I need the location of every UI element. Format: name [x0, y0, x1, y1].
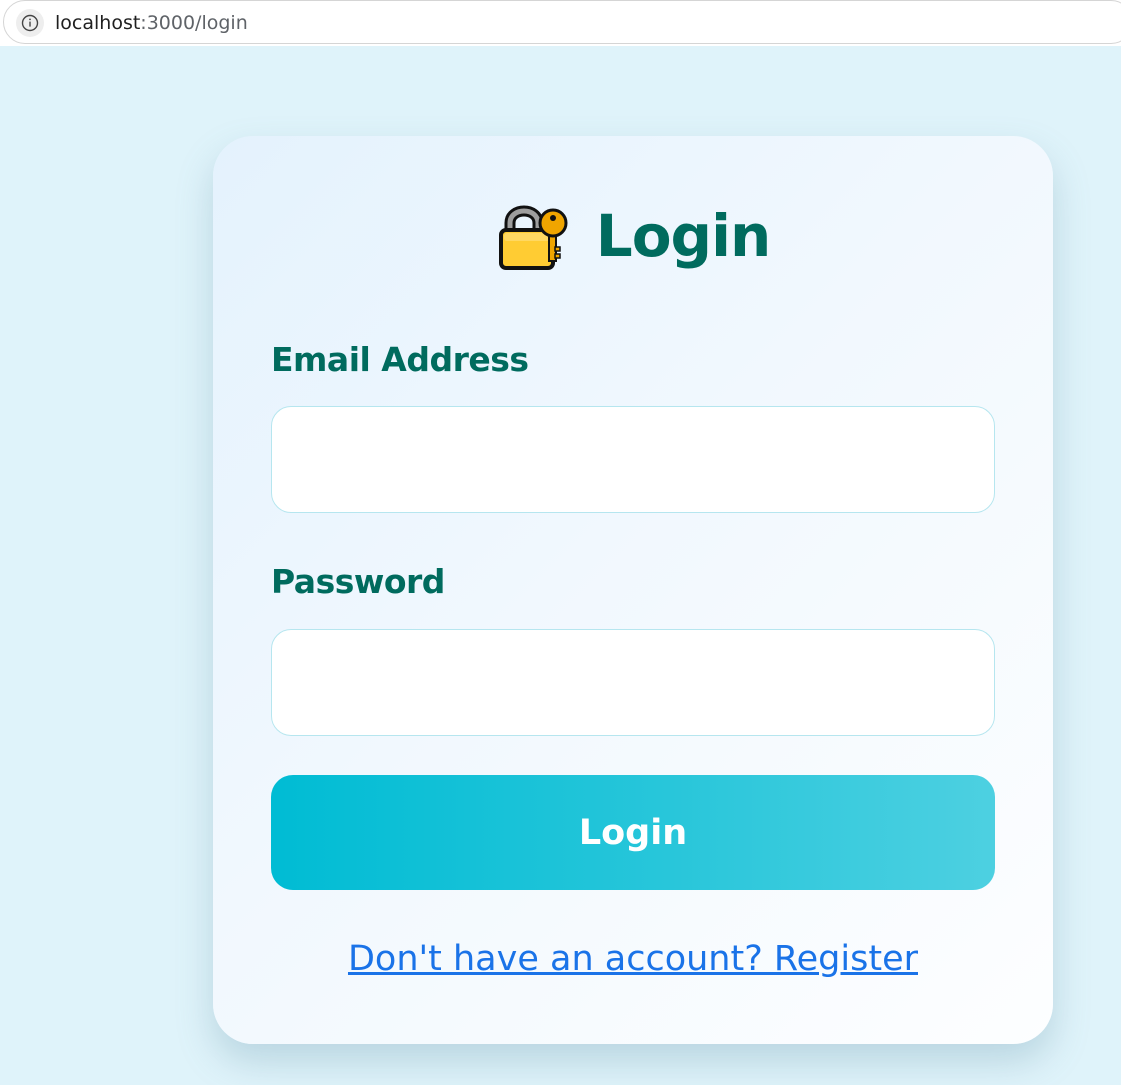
locked-with-key-icon	[496, 197, 574, 275]
register-link[interactable]: Don't have an account? Register	[213, 936, 1053, 982]
info-icon[interactable]	[16, 9, 44, 37]
title-row: Login	[213, 196, 1053, 276]
url-box[interactable]: localhost:3000/login	[3, 0, 1121, 44]
page-background: Login Email Address Password Login Don't…	[0, 46, 1121, 1085]
password-field[interactable]	[271, 629, 995, 736]
email-field[interactable]	[271, 406, 995, 513]
password-label: Password	[271, 562, 445, 601]
browser-address-bar: localhost:3000/login	[0, 0, 1121, 46]
page-title: Login	[595, 202, 771, 270]
email-label: Email Address	[271, 340, 529, 379]
url-path: :3000/login	[140, 12, 248, 34]
login-button[interactable]: Login	[271, 775, 995, 890]
url-host: localhost	[55, 12, 141, 34]
login-card: Login Email Address Password Login Don't…	[213, 136, 1053, 1044]
url-text[interactable]: localhost:3000/login	[55, 11, 248, 35]
